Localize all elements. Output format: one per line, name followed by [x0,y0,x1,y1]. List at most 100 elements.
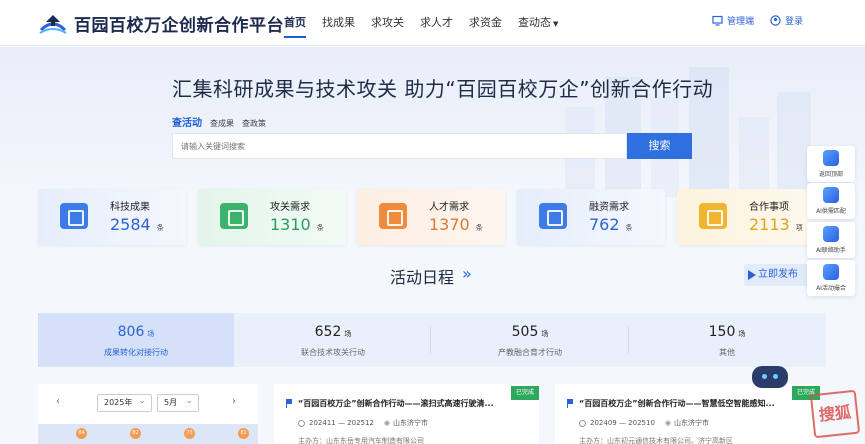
stat-value: 1370 条 [429,215,483,234]
site-header: 百园百校万企创新合作平台 首页 找成果 求攻关 求人才 求资金 查动态 ▼ 管理端… [0,0,865,46]
status-badge: 已完成 [510,386,539,400]
main-nav: 首页 找成果 求攻关 求人才 求资金 查动态 ▼ [284,0,574,46]
globe-icon [379,203,407,229]
ai-robot-assistant[interactable] [752,366,788,388]
day-count-badge[interactable]: 84 [76,428,87,439]
search-box [172,133,627,159]
screen-icon [220,203,248,229]
band-value: 505 场 [432,324,628,340]
watermark-logo: 搜狐 [809,389,861,439]
band-value: 806 场 [38,324,234,340]
stat-value: 1310 条 [270,215,324,234]
publish-label: 立即发布 [758,269,798,280]
band-unit: 场 [541,330,549,338]
band-tab-other[interactable]: 150 场 其他 [629,313,825,367]
rocket-icon [823,150,839,166]
nav-seek-talent[interactable]: 求人才 [420,0,453,46]
ai-contact-button[interactable]: AI联络助手 [807,222,855,258]
yen-coin-icon [539,203,567,229]
nav-find-results[interactable]: 找成果 [322,0,355,46]
stat-unit: 条 [316,224,324,232]
stat-number: 1310 [270,215,311,234]
sidebar-label: AI活动撮合 [816,285,846,292]
band-tab-transfer[interactable]: 806 场 成果转化对接行动 [38,313,234,367]
activity-date: 202411 — 202512 [309,419,374,427]
ai-icon [823,187,839,203]
activity-stats-band: 806 场 成果转化对接行动 652 场 联合技术攻关行动 505 场 产教融合育才行… [38,313,826,367]
clock-icon [579,419,586,427]
stat-label: 人才需求 [429,202,469,213]
login-link[interactable]: 登录 [770,14,803,27]
stat-number: 1370 [429,215,470,234]
stat-card-funding-needs[interactable]: 融资需求 762 条 [517,189,665,245]
band-label: 其他 [719,348,735,357]
caret-down-icon: ▼ [553,20,559,28]
search-tab-activities[interactable]: 查活动 [172,114,202,129]
stat-unit: 条 [156,224,164,232]
nav-home[interactable]: 首页 [284,0,306,46]
sidebar-label: 返回顶部 [818,171,843,178]
nav-news-dropdown[interactable]: 查动态 ▼ [518,0,558,46]
activity-meta: 202411 — 202512 ◉ 山东济宁市 [298,418,428,428]
band-value: 150 场 [629,324,825,340]
activity-card[interactable]: “百园百校万企”创新合作行动——滚扫式高速行驶清... 已完成 202411 —… [274,384,539,444]
search-input[interactable] [173,134,626,159]
nav-seek-funding[interactable]: 求资金 [469,0,502,46]
search-tab-policies[interactable]: 查政策 [242,118,266,129]
hero-title: 汇集科研成果与技术攻关 助力“百园百校万企”创新合作行动 [172,77,714,101]
stat-card-talent-needs[interactable]: 人才需求 1370 条 [357,189,505,245]
schedule-title: 活动日程 [390,268,455,287]
stat-number: 2584 [110,215,151,234]
nav-seek-research[interactable]: 求攻关 [371,0,404,46]
schedule-more-link[interactable]: » [462,264,472,283]
ai-activity-button[interactable]: AI活动撮合 [807,260,855,296]
activity-title[interactable]: “百园百校万企”创新合作行动——智慧低空智能感知... [579,398,811,409]
activity-location: 山东济宁市 [674,419,710,427]
stat-card-research-needs[interactable]: 攻关需求 1310 条 [198,189,346,245]
lightbulb-icon [60,203,88,229]
stat-number: 2113 [749,215,790,234]
calendar-next-button[interactable]: › [232,396,236,407]
manage-label: 管理端 [727,17,755,27]
paper-plane-icon [748,270,756,280]
back-to-top-button[interactable]: 返回顶部 [807,146,855,182]
stat-card-tech-results[interactable]: 科技成果 2584 条 [38,189,186,245]
band-label: 联合技术攻关行动 [301,348,365,357]
year-select[interactable]: 2025年 [97,393,152,412]
site-logo[interactable]: 百园百校万企创新合作平台 [38,10,284,36]
manage-link[interactable]: 管理端 [712,14,754,27]
ai-match-button[interactable]: AI供需匹配 [807,183,855,219]
login-label: 登录 [785,17,804,27]
band-number: 505 [511,324,539,340]
publish-button[interactable]: 立即发布 [744,264,814,286]
nav-news-label: 查动态 [518,16,551,29]
day-count-badge[interactable]: 82 [130,428,141,439]
search-tab-results[interactable]: 查成果 [210,118,234,129]
flag-icon [286,399,293,408]
stat-unit: 条 [475,224,483,232]
day-count-badge[interactable]: 81 [238,428,249,439]
band-tab-education[interactable]: 505 场 产教融合育才行动 [432,313,628,367]
calendar-prev-button[interactable]: ‹ [56,396,60,407]
clock-icon [298,419,305,427]
stat-card-cooperation[interactable]: 合作事项 2113 项 [677,189,825,245]
hero-banner: 汇集科研成果与技术攻关 助力“百园百校万企”创新合作行动 查活动 查成果 查政策… [0,47,865,197]
search-button[interactable]: 搜索 [627,133,692,159]
activity-title[interactable]: “百园百校万企”创新合作行动——滚扫式高速行驶清... [298,398,530,409]
month-select[interactable]: 5月 [157,393,199,412]
location-pin-icon: ◉ [664,419,672,427]
stat-label: 合作事项 [749,202,789,213]
band-label: 产教融合育才行动 [498,348,562,357]
band-unit: 场 [738,330,746,338]
activity-organizer: 主办方：山东东岳专用汽车制造有限公司 [298,437,424,444]
activity-date: 202409 — 202510 [590,419,655,427]
activity-card[interactable]: “百园百校万企”创新合作行动——智慧低空智能感知... 已完成 202409 —… [555,384,820,444]
document-icon [699,203,727,229]
stat-label: 科技成果 [110,202,150,213]
sidebar-label: AI供需匹配 [816,208,846,215]
calendar-week-row: 84 82 73 81 [38,424,258,444]
calendar-icon [823,264,839,280]
stat-unit: 项 [795,224,803,232]
day-count-badge[interactable]: 73 [184,428,195,439]
band-tab-joint-research[interactable]: 652 场 联合技术攻关行动 [235,313,431,367]
